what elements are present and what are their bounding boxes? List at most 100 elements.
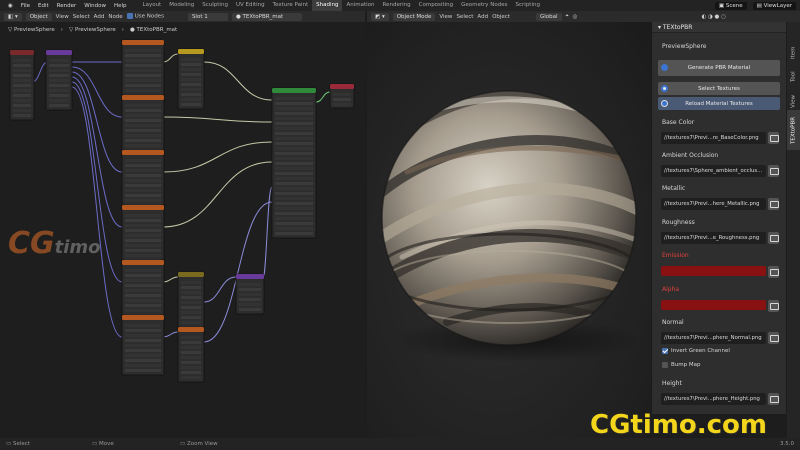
vp-menu-object[interactable]: Object [492, 14, 510, 20]
tab-scripting[interactable]: Scripting [512, 0, 544, 11]
bump-map-toggle[interactable]: Bump Map [662, 362, 700, 368]
panel-title[interactable]: ▾ TEXtoPBR [652, 22, 786, 33]
invert-green-checkbox[interactable] [662, 348, 668, 354]
node-menu-node[interactable]: Node [108, 14, 122, 20]
menu-render[interactable]: Render [53, 3, 81, 9]
node-editor[interactable]: CGtimo [0, 22, 365, 438]
generate-pbr-button[interactable]: Generate PBR Material [658, 60, 780, 76]
breadcrumb-sep-icon: › [121, 26, 124, 33]
base-color-path-input[interactable]: //textures7\Previ...re_BaseColor.png [661, 132, 766, 144]
tab-sculpting[interactable]: Sculpting [198, 0, 232, 11]
node-socket-row [125, 279, 161, 282]
tab-modeling[interactable]: Modeling [165, 0, 198, 11]
snap-icon[interactable]: ⌖ [566, 13, 569, 20]
material-field[interactable]: ● TEXtoPBR_mat [231, 12, 302, 21]
menu-window[interactable]: Window [80, 3, 110, 9]
vp-menu-add[interactable]: Add [477, 14, 488, 20]
viewport-type-dropdown[interactable]: ◩ ▾ [371, 12, 389, 21]
node-socket-row [13, 74, 31, 77]
transform-orientation-dropdown[interactable]: Global [535, 12, 562, 21]
3d-viewport[interactable] [367, 22, 651, 438]
folder-icon[interactable] [768, 165, 779, 177]
normal-row: //textures7\Previ...phere_Normal.png [661, 332, 779, 344]
roughness-path-input[interactable]: //textures7\Previ...e_Roughness.png [661, 232, 766, 244]
node-link [162, 141, 273, 173]
folder-icon[interactable] [768, 266, 779, 278]
scene-selector[interactable]: ▣ Scene [714, 1, 747, 10]
tab-tool[interactable]: Tool [787, 66, 800, 88]
breadcrumb-item-object[interactable]: ▽ PreviewSphere [8, 27, 55, 33]
tab-layout[interactable]: Layout [139, 0, 166, 11]
use-nodes-toggle[interactable]: Use Nodes [126, 13, 164, 20]
folder-icon[interactable] [768, 132, 779, 144]
node-socket-row [125, 339, 161, 342]
tab-textopbr[interactable]: TEXtoPBR [787, 110, 800, 150]
roughness-label: Roughness [662, 219, 695, 226]
alpha-color-swatch[interactable] [661, 300, 766, 310]
node-menu-select[interactable]: Select [73, 14, 90, 20]
node-socket-row [125, 224, 161, 227]
node-socket-row [275, 132, 313, 135]
shading-modes-icon[interactable]: ◐ ◑ ● ○ [701, 14, 725, 20]
status-zoom-label: Zoom View [186, 441, 218, 447]
node-socket-row [125, 249, 161, 252]
menu-edit[interactable]: Edit [34, 3, 53, 9]
breadcrumb-item-material[interactable]: ● TEXtoPBR_mat [130, 27, 177, 33]
bump-map-checkbox[interactable] [662, 362, 668, 368]
proportional-icon[interactable]: ◎ [573, 14, 578, 20]
normal-path-input[interactable]: //textures7\Previ...phere_Normal.png [661, 332, 766, 344]
height-label: Height [662, 380, 682, 387]
status-move-label: Move [98, 441, 114, 447]
reload-textures-button[interactable]: Reload Material Textures [658, 97, 780, 110]
tab-rendering[interactable]: Rendering [379, 0, 415, 11]
node-socket-row [125, 109, 161, 112]
menu-help[interactable]: Help [110, 3, 131, 9]
tab-compositing[interactable]: Compositing [415, 0, 457, 11]
node-menu-view[interactable]: View [56, 14, 69, 20]
tab-animation[interactable]: Animation [342, 0, 378, 11]
node-socket-row [125, 89, 161, 92]
node-socket-row [239, 303, 261, 306]
slot-dropdown[interactable]: Slot 1 [187, 12, 228, 21]
node-socket-row [275, 177, 313, 180]
invert-green-toggle[interactable]: Invert Green Channel [662, 348, 730, 354]
preview-sphere[interactable] [367, 22, 651, 438]
tab-view[interactable]: View [787, 90, 800, 112]
mode-dropdown[interactable]: Object Mode [392, 12, 436, 21]
use-nodes-checkbox[interactable] [126, 13, 133, 20]
editor-type-dropdown[interactable]: ◧ ▾ [4, 12, 22, 21]
emission-color-swatch[interactable] [661, 266, 766, 276]
node-socket-row [181, 336, 201, 339]
node-menu-add[interactable]: Add [94, 14, 105, 20]
node-link [203, 61, 273, 101]
node-socket-row [125, 334, 161, 337]
node-socket-row [275, 137, 313, 140]
vp-menu-select[interactable]: Select [456, 14, 473, 20]
node-link [162, 331, 179, 338]
node-socket-row [275, 217, 313, 220]
metallic-path-input[interactable]: //textures7\Previ...here_Metallic.png [661, 198, 766, 210]
logo-text-cg: CG [8, 226, 55, 261]
folder-icon[interactable] [768, 198, 779, 210]
tab-texture-paint[interactable]: Texture Paint [269, 0, 313, 11]
tab-shading[interactable]: Shading [312, 0, 343, 11]
folder-icon[interactable] [768, 332, 779, 344]
blender-logo-icon[interactable]: ◉ [4, 3, 17, 9]
object-type-dropdown[interactable]: Object [25, 12, 52, 21]
folder-icon[interactable] [768, 232, 779, 244]
select-textures-button[interactable]: Select Textures [658, 82, 780, 95]
tab-geometry-nodes[interactable]: Geometry Nodes [457, 0, 511, 11]
node-socket-row [125, 344, 161, 347]
folder-icon[interactable] [768, 300, 779, 312]
folder-icon[interactable] [768, 393, 779, 405]
vp-menu-view[interactable]: View [439, 14, 452, 20]
ao-path-input[interactable]: //textures7\Sphere_ambient_occlus... [661, 165, 766, 177]
viewlayer-selector[interactable]: ▤ ViewLayer [752, 1, 796, 10]
height-path-input[interactable]: //textures7\Previ...phere_Height.png [661, 393, 766, 405]
node-link [162, 116, 273, 123]
breadcrumb-item-mesh[interactable]: ▽ PreviewSphere [69, 27, 116, 33]
tab-uv-editing[interactable]: UV Editing [232, 0, 269, 11]
menu-file[interactable]: File [17, 3, 34, 9]
tab-item[interactable]: Item [787, 42, 800, 64]
node-socket-row [13, 94, 31, 97]
